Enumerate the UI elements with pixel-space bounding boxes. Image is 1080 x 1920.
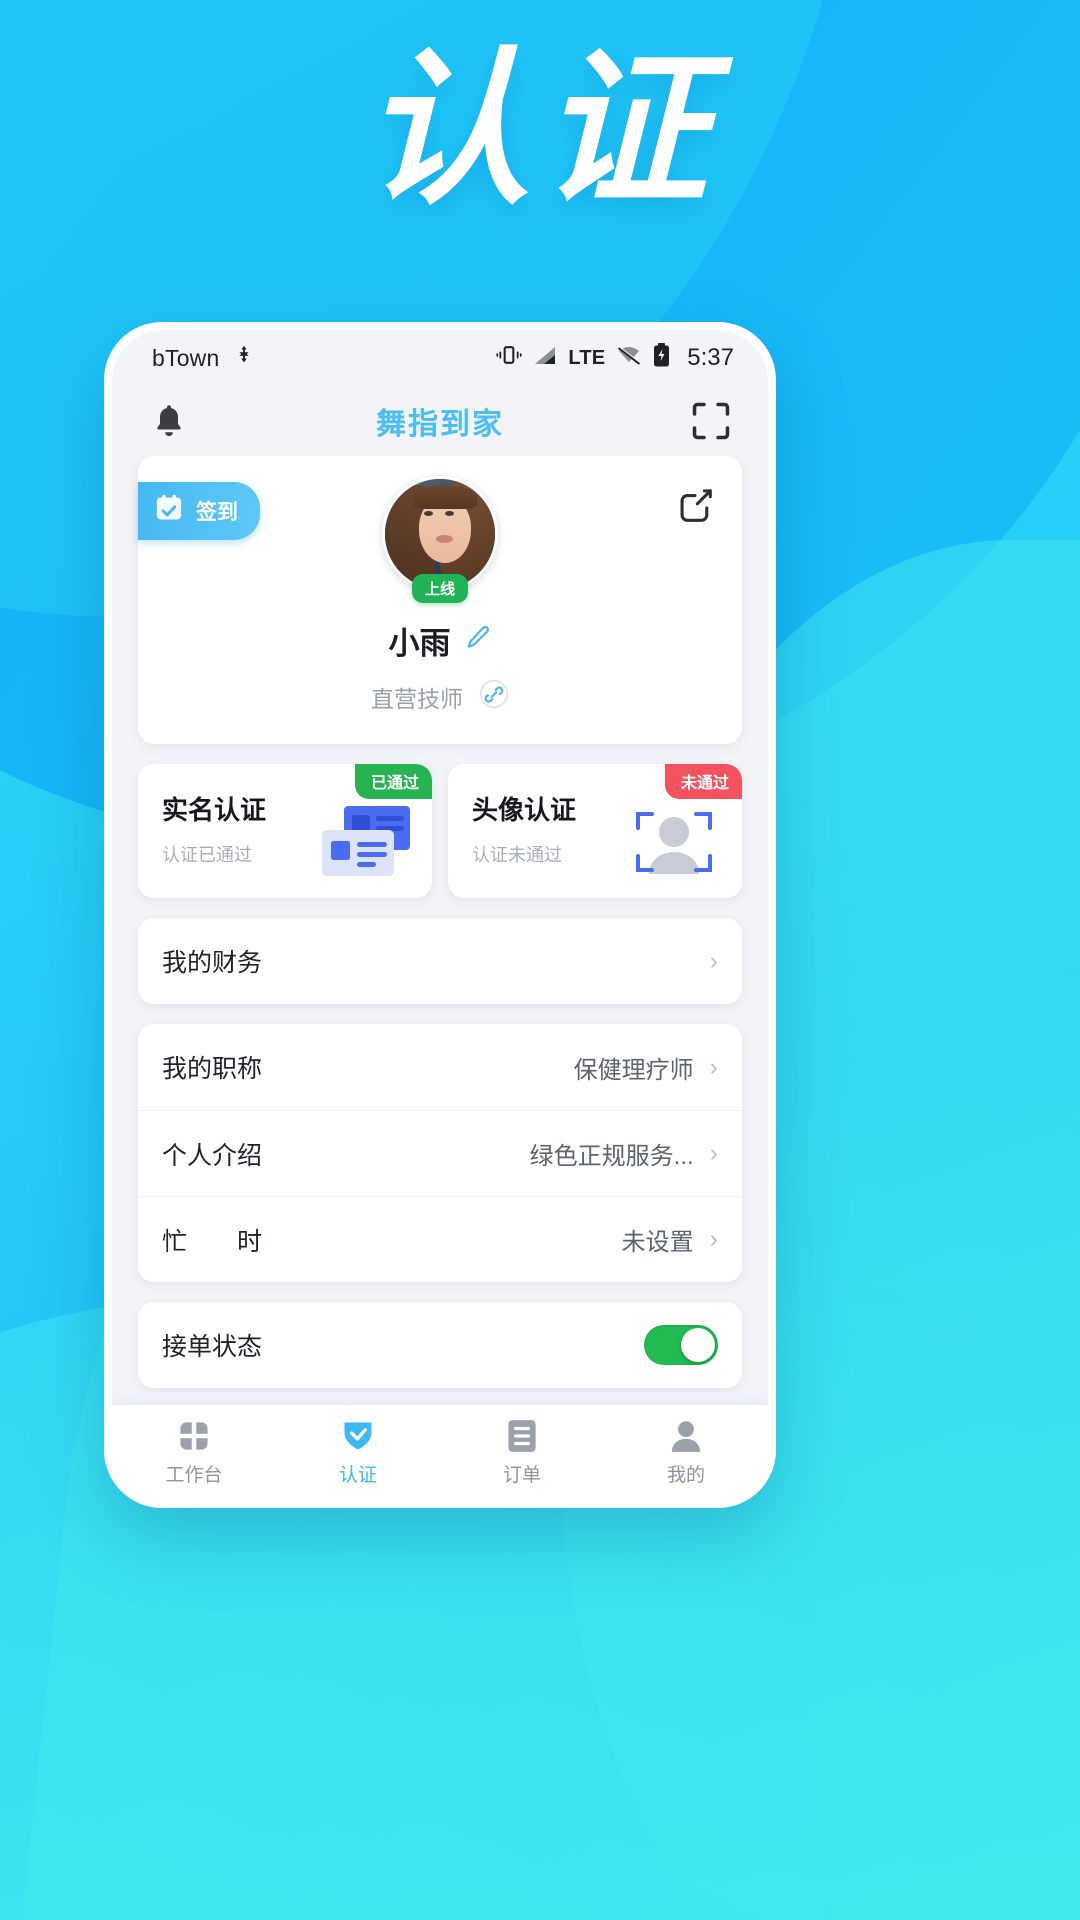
phone-mockup: bTown LTE 5:37 舞指到家 签到 上线 小雨 直营技师 已通过 实名… <box>104 322 776 1508</box>
bell-icon[interactable] <box>146 398 192 444</box>
chevron-right-icon: › <box>709 946 718 975</box>
cert-card-realname[interactable]: 已通过 实名认证 认证已通过 <box>138 764 432 898</box>
chevron-right-icon: › <box>709 1225 718 1253</box>
name-row: 小雨 <box>389 618 492 663</box>
app-header: 舞指到家 <box>112 386 768 456</box>
page-title: 舞指到家 <box>376 408 504 441</box>
scan-icon[interactable] <box>688 398 734 444</box>
vibrate-icon <box>496 344 522 372</box>
tab-label: 我的 <box>666 1464 705 1486</box>
shield-check-icon <box>340 1419 376 1453</box>
tab-label: 订单 <box>502 1464 541 1486</box>
id-card-icon <box>312 804 422 882</box>
chevron-right-icon: › <box>709 1139 718 1167</box>
finance-card: 我的财务 › <box>138 918 742 1004</box>
row-value: 保健理疗师 <box>573 1056 694 1084</box>
role-row: 直营技师 <box>371 679 509 714</box>
status-badge: 上线 <box>411 574 469 603</box>
list-icon <box>507 1419 537 1453</box>
row-job-title[interactable]: 我的职称 保健理疗师 › <box>138 1024 742 1110</box>
status-bar-right: LTE 5:37 <box>496 343 734 373</box>
wifi-off-icon <box>616 345 642 372</box>
certification-row: 已通过 实名认证 认证已通过 未通过 头像认证 认证未通过 <box>138 764 742 898</box>
chevron-right-icon: › <box>709 1052 718 1081</box>
checkin-label: 签到 <box>196 501 238 524</box>
tab-label: 认证 <box>338 1464 377 1486</box>
wifi-tether-icon <box>233 344 255 372</box>
status-bar: bTown LTE 5:37 <box>112 330 768 386</box>
cert-card-avatar[interactable]: 未通过 头像认证 认证未通过 <box>448 764 742 898</box>
main-content: 签到 上线 小雨 直营技师 已通过 实名认证 认证已通过 未通过 头像认证 认证… <box>112 456 768 1404</box>
row-introduction[interactable]: 个人介绍 绿色正规服务... › <box>138 1110 742 1196</box>
row-finance[interactable]: 我的财务 › <box>138 918 742 1004</box>
row-value: 未设置 <box>621 1229 694 1256</box>
grid-icon <box>177 1419 211 1453</box>
row-label: 我的财务 <box>162 949 263 977</box>
lte-icon: LTE <box>568 346 606 369</box>
carrier-label: bTown <box>152 344 220 371</box>
checkin-button[interactable]: 签到 <box>138 482 260 540</box>
order-status-card: 接单状态 <box>138 1302 742 1388</box>
avatar-wrapper[interactable]: 上线 <box>382 476 498 603</box>
toggle-knob <box>681 1328 715 1362</box>
tab-orders[interactable]: 订单 <box>440 1419 604 1487</box>
tab-certification[interactable]: 认证 <box>276 1419 440 1487</box>
calendar-check-icon <box>154 493 184 529</box>
bottom-navigation: 工作台 认证 订单 我的 <box>112 1404 768 1500</box>
row-order-status[interactable]: 接单状态 <box>138 1302 742 1388</box>
tab-workbench[interactable]: 工作台 <box>112 1419 276 1487</box>
tab-label: 工作台 <box>165 1464 223 1486</box>
row-label: 我的职称 <box>162 1055 263 1083</box>
signal-icon <box>533 345 557 372</box>
face-scan-icon <box>622 804 732 882</box>
user-role: 直营技师 <box>371 685 463 712</box>
status-bar-left: bTown <box>152 344 255 372</box>
link-icon[interactable] <box>479 679 509 714</box>
hero-title: 认证 <box>362 32 718 228</box>
profile-card: 签到 上线 小雨 直营技师 <box>138 456 742 744</box>
battery-charging-icon <box>653 343 670 373</box>
order-status-toggle[interactable] <box>644 1325 718 1365</box>
user-name: 小雨 <box>388 626 451 661</box>
settings-card: 我的职称 保健理疗师 › 个人介绍 绿色正规服务... › 忙 时 未设置 › <box>138 1024 742 1282</box>
status-badge: 已通过 <box>354 764 432 799</box>
row-busy-time[interactable]: 忙 时 未设置 › <box>138 1196 742 1282</box>
row-label: 忙 时 <box>162 1227 263 1256</box>
clock-label: 5:37 <box>687 344 734 371</box>
person-icon <box>670 1419 702 1453</box>
row-label: 个人介绍 <box>162 1141 263 1170</box>
tab-mine[interactable]: 我的 <box>604 1419 768 1487</box>
phone-screen: bTown LTE 5:37 舞指到家 签到 上线 小雨 直营技师 已通过 实名… <box>112 330 768 1500</box>
row-value: 绿色正规服务... <box>529 1143 694 1170</box>
pencil-icon[interactable] <box>464 624 492 657</box>
share-icon[interactable] <box>672 482 718 528</box>
status-badge: 未通过 <box>664 764 742 799</box>
row-label: 接单状态 <box>162 1333 263 1361</box>
